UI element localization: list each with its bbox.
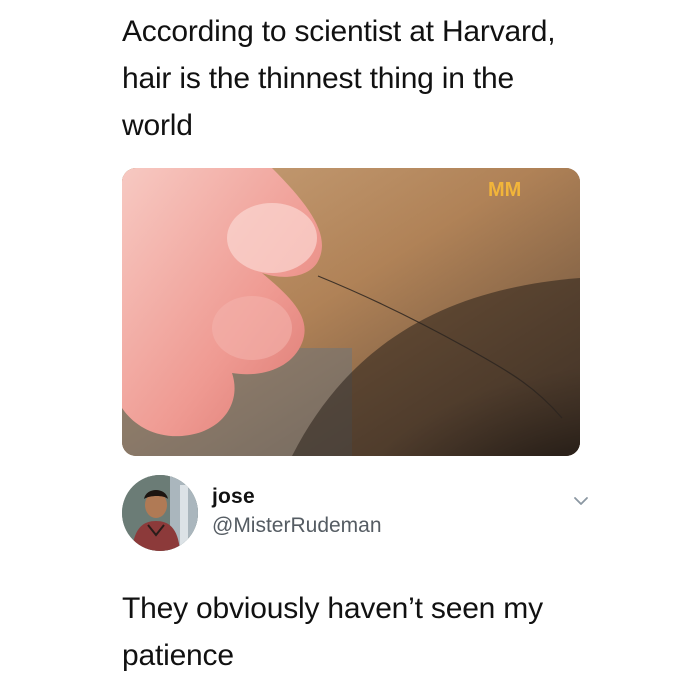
reply-text: They obviously haven’t seen my patience — [122, 592, 543, 672]
hair-strand-photo: MM — [122, 168, 580, 456]
watermark-text: MM — [488, 179, 521, 201]
display-name[interactable]: jose — [212, 485, 255, 509]
chevron-down-icon[interactable] — [570, 493, 592, 509]
reply-author[interactable]: jose @MisterRudeman — [122, 475, 592, 555]
post-text: According to scientist at Harvard, hair … — [122, 15, 556, 142]
avatar[interactable] — [122, 475, 198, 551]
user-handle[interactable]: @MisterRudeman — [212, 514, 382, 538]
post-photo[interactable]: MM — [122, 168, 580, 456]
avatar-photo — [122, 475, 198, 551]
